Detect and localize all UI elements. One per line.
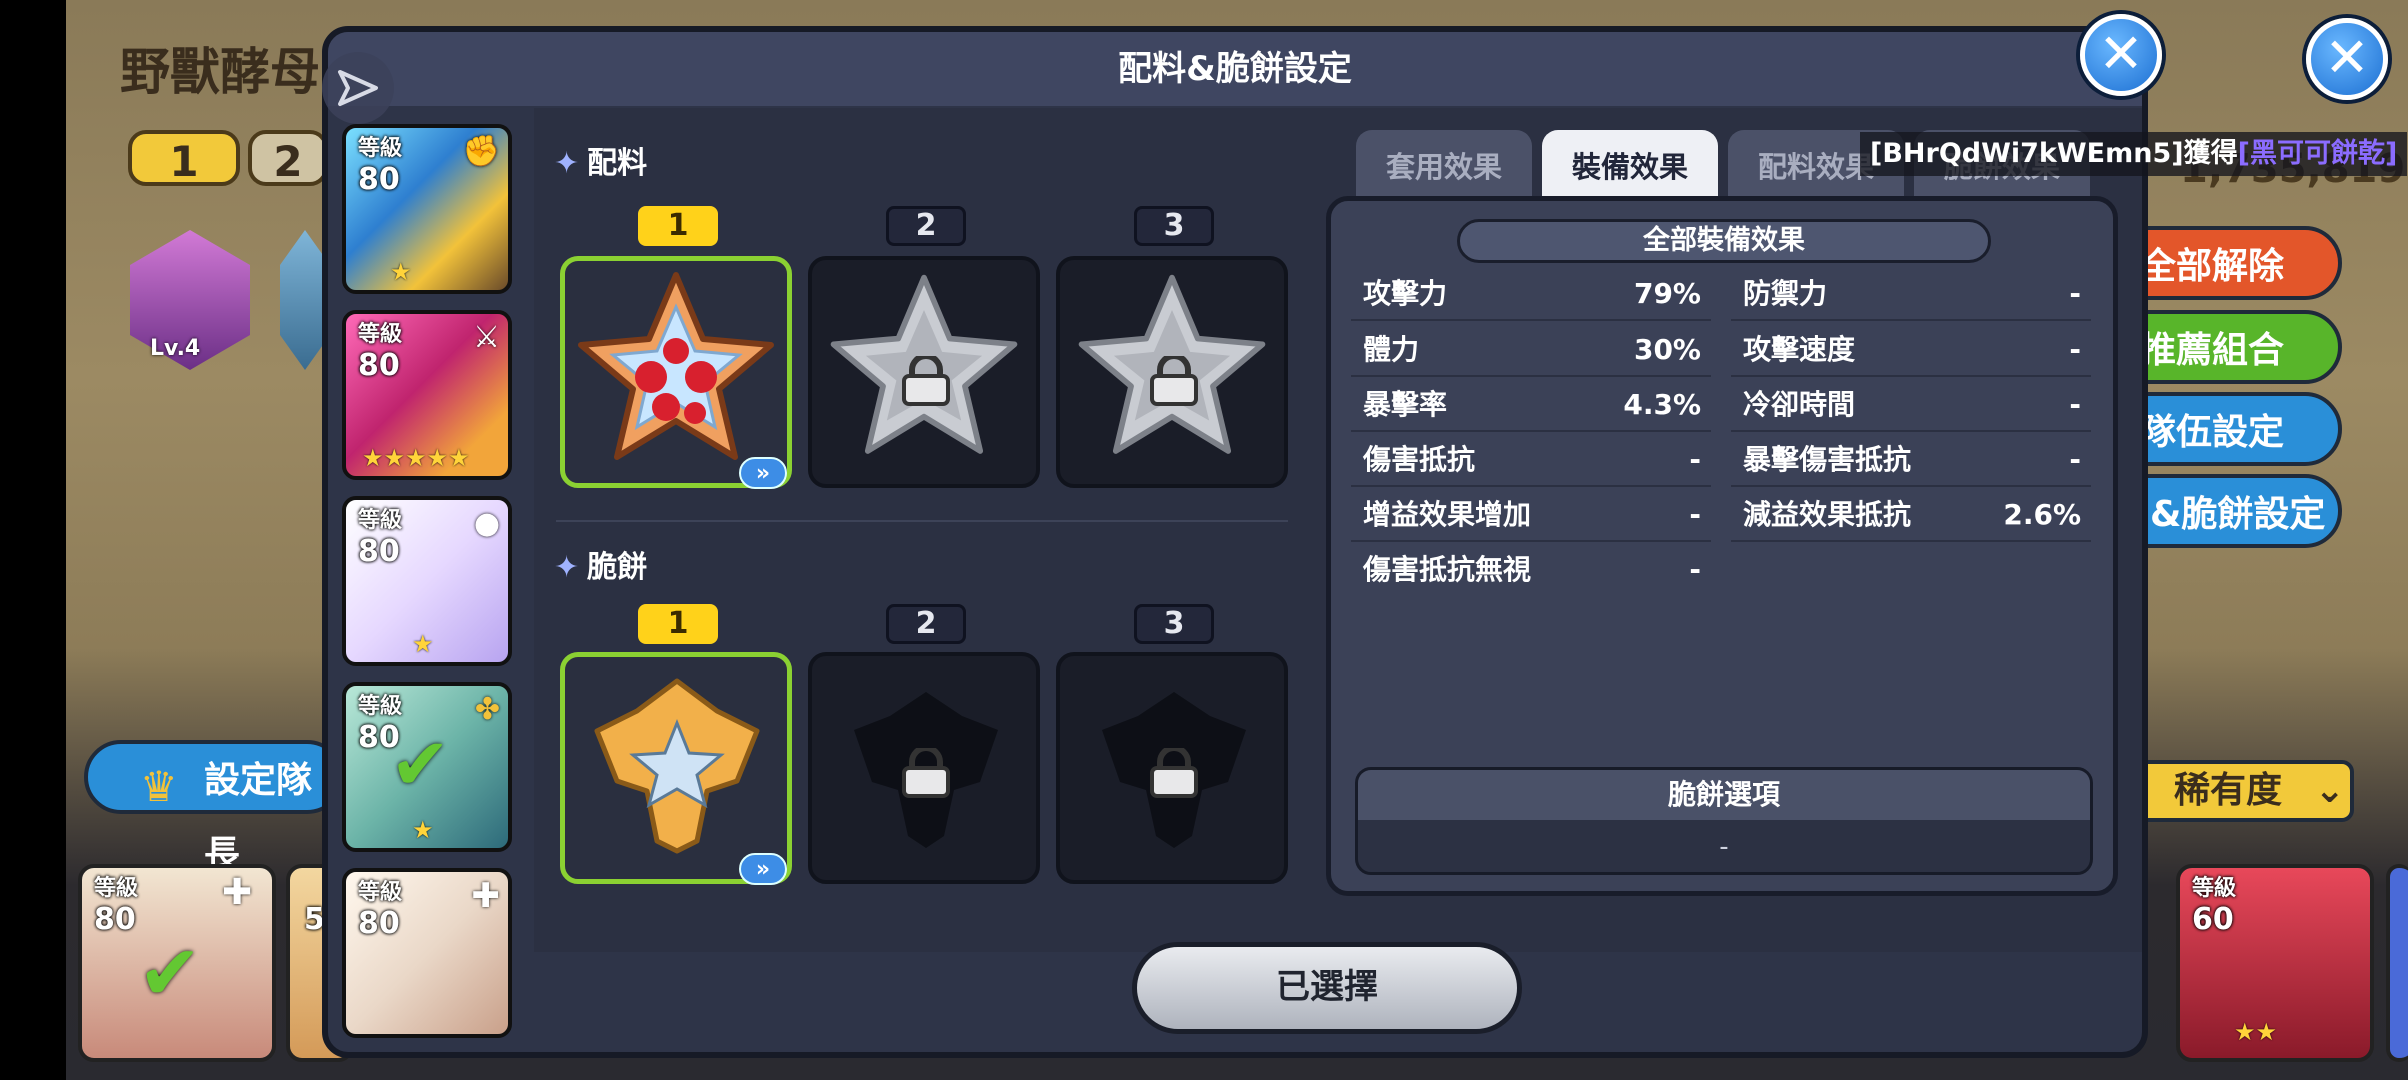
toppings-section-label: ✦ 配料	[554, 146, 648, 181]
cookie-card-3[interactable]: 等級 80 ● ★	[342, 496, 512, 666]
topping-slot-3-locked[interactable]	[1056, 256, 1288, 488]
plus-icon: ✚	[471, 876, 501, 916]
effect-row-crit: 暴擊率 4.3%	[1351, 378, 1711, 432]
star-rating: ★	[390, 258, 412, 286]
close-icon: ✕	[2098, 22, 2144, 85]
bg-cookie-card-4[interactable]	[2386, 864, 2408, 1062]
biscuit-section-label: ✦ 脆餅	[554, 550, 648, 585]
lock-icon	[902, 356, 950, 406]
modal-close-button[interactable]: ✕	[2080, 14, 2162, 96]
effect-row-atk-speed: 攻擊速度 -	[1731, 323, 2091, 377]
biscuit-options-header: 脆餅選項	[1358, 770, 2090, 820]
cookie-card-1[interactable]: 等級 80 ✊ ★	[342, 124, 512, 294]
raspberry-topping-icon	[578, 272, 774, 460]
biscuit-crest-icon	[594, 678, 760, 854]
background-title: 野獸酵母	[120, 43, 320, 101]
star-rating: ★	[412, 630, 434, 658]
bg-close-button[interactable]: ✕	[2306, 18, 2388, 100]
cookie-level-label: 等級	[358, 508, 403, 533]
check-icon: ✔	[390, 722, 451, 806]
upgrade-arrow-icon[interactable]: »	[739, 853, 787, 885]
effect-row-crit-resist: 暴擊傷害抵抗 -	[1731, 433, 2091, 487]
bg-team-tab-2[interactable]: 2	[248, 130, 328, 186]
bg-sort-dropdown[interactable]: 稀有度 ⌄	[2130, 760, 2354, 822]
cookie-level: 80	[358, 348, 400, 383]
topping-slot-2-number: 2	[886, 206, 966, 246]
left-black-bar	[0, 0, 66, 1080]
star-rating: ★	[412, 816, 434, 844]
cookie-level-label: 等級	[358, 694, 403, 719]
bg-cookie-card-1[interactable]: 等級 80 ✔ ✚	[78, 864, 276, 1062]
plus-icon: ✚	[222, 872, 253, 913]
bg-card-level: 60	[2192, 902, 2234, 937]
effect-row-dmg-resist: 傷害抵抗 -	[1351, 433, 1711, 487]
biscuit-slot-2-locked[interactable]	[808, 652, 1040, 884]
topping-slot-2-locked[interactable]	[808, 256, 1040, 488]
biscuit-options-value: -	[1719, 832, 1729, 862]
cookie-level-label: 等級	[358, 136, 403, 161]
effect-row-debuff-resist: 減益效果抵抗 2.6%	[1731, 488, 2091, 542]
cookie-card-4[interactable]: 等級 80 ✤ ✔ ★	[342, 682, 512, 852]
selected-button[interactable]: 已選擇	[1132, 942, 1522, 1034]
topping-slot-1[interactable]: »	[560, 256, 792, 489]
effect-row-cooldown: 冷卻時間 -	[1731, 378, 2091, 432]
acquisition-notice: [BHrQdWi7kWEmn5]獲得[黑可可餅乾]	[1860, 132, 2408, 176]
effect-row-ignore-resist: 傷害抵抗無視 -	[1363, 553, 1701, 586]
effect-row-hp: 體力 30%	[1351, 323, 1711, 377]
cookie-card-5[interactable]: 等級 80 ✚	[342, 868, 512, 1038]
biscuit-options-box: 脆餅選項 -	[1355, 767, 2093, 875]
biscuit-slot-3-number: 3	[1134, 604, 1214, 644]
bg-team-tab-1[interactable]: 1	[128, 130, 240, 186]
close-icon: ✕	[2324, 26, 2370, 89]
check-icon: ✔	[138, 928, 202, 1017]
lock-icon	[1150, 356, 1198, 406]
bg-card-level: 80	[94, 902, 136, 937]
section-divider	[556, 520, 1288, 522]
bg-card-level-label: 等級	[94, 876, 139, 901]
effect-row-defense: 防禦力 -	[1731, 267, 2091, 321]
biscuit-slot-2-number: 2	[886, 604, 966, 644]
star-rating: ★★★★★	[362, 444, 470, 472]
fist-icon: ✊	[462, 134, 500, 169]
topping-slot-3-number: 3	[1134, 206, 1214, 246]
bomb-icon: ●	[473, 506, 500, 541]
star-rating: ★★	[2234, 1018, 2278, 1046]
effects-panel: 全部裝備效果 攻擊力 79% 防禦力 - 體力 30% 攻擊速度 - 暴擊率 4.3% 冷…	[1326, 196, 2118, 896]
sword-icon: ⚔	[473, 320, 500, 355]
chevron-down-icon: ⌄	[2314, 770, 2345, 811]
bg-topping-level: Lv.4	[150, 336, 201, 361]
cookie-level: 80	[358, 162, 400, 197]
tab-applied-effects[interactable]: 套用效果	[1356, 130, 1532, 200]
effects-header: 全部裝備效果	[1457, 219, 1991, 263]
biscuit-slot-1[interactable]: »	[560, 652, 792, 885]
bg-set-leader-button[interactable]: ♛ 設定隊長	[84, 740, 344, 875]
tab-equip-effects[interactable]: 裝備效果	[1542, 130, 1718, 200]
cookie-level-label: 等級	[358, 880, 403, 905]
upgrade-arrow-icon[interactable]: »	[739, 457, 787, 489]
sparkle-icon: ✦	[554, 550, 580, 585]
biscuit-slot-1-number: 1	[638, 604, 718, 644]
cookie-level: 80	[358, 534, 400, 569]
cookie-level-label: 等級	[358, 322, 403, 347]
effect-row-buff-amp: 增益效果增加 -	[1351, 488, 1711, 542]
lock-icon	[902, 748, 950, 798]
support-icon: ✤	[474, 692, 500, 727]
sparkle-icon: ✦	[554, 146, 580, 181]
modal-title: 配料&脆餅設定	[1118, 49, 1352, 89]
lock-icon	[1150, 748, 1198, 798]
bg-cookie-card-3[interactable]: 等級 60 ★★	[2176, 864, 2374, 1062]
bg-sort-label: 稀有度	[2174, 770, 2283, 811]
share-button[interactable]	[322, 52, 394, 124]
cookie-level: 80	[358, 906, 400, 941]
send-icon	[338, 70, 378, 106]
cookie-card-2[interactable]: 等級 80 ⚔ ★★★★★	[342, 310, 512, 480]
crown-icon: ♛	[140, 762, 178, 811]
biscuit-slot-3-locked[interactable]	[1056, 652, 1288, 884]
effect-row-attack: 攻擊力 79%	[1351, 267, 1711, 321]
topping-slot-1-number: 1	[638, 206, 718, 246]
bg-card-level-label: 等級	[2192, 876, 2237, 901]
